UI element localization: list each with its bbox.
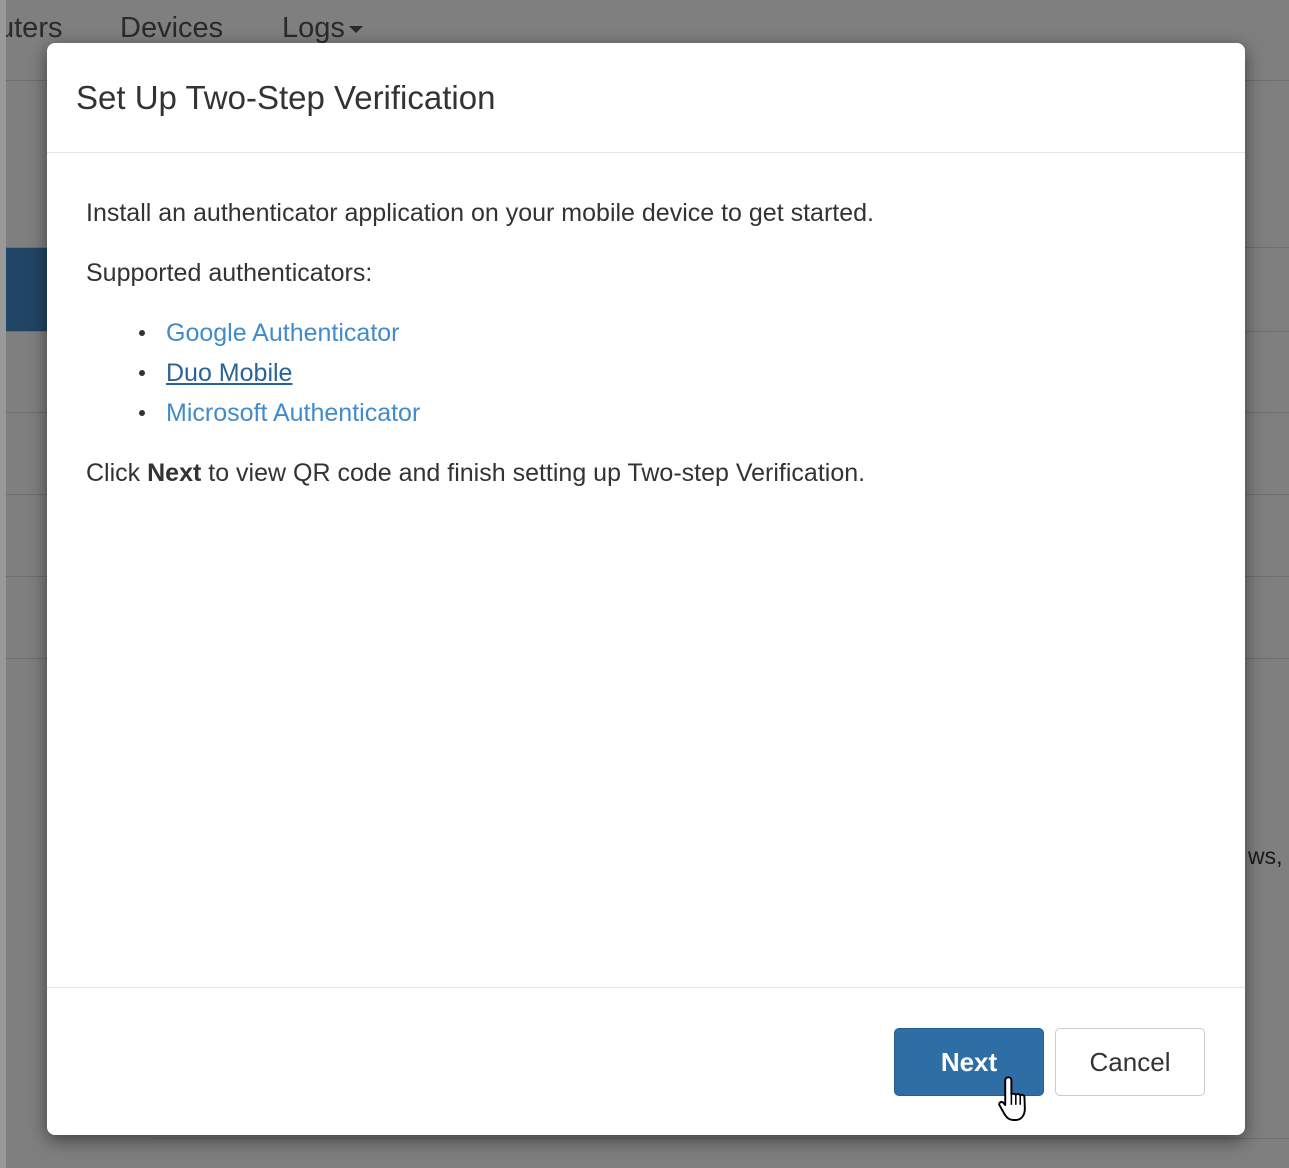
instruction-suffix: to view QR code and finish setting up Tw… [201, 459, 866, 487]
instruction-text: Click Next to view QR code and finish se… [86, 453, 865, 493]
window-edge [0, 0, 6, 1168]
duo-mobile-link[interactable]: Duo Mobile [166, 359, 292, 387]
instruction-next-emphasis: Next [147, 459, 202, 487]
microsoft-authenticator-link[interactable]: Microsoft Authenticator [166, 399, 420, 427]
modal-footer: Next Cancel [47, 987, 1245, 1135]
two-step-verification-modal: Set Up Two-Step Verification Install an … [47, 43, 1245, 1135]
google-authenticator-link[interactable]: Google Authenticator [166, 319, 400, 347]
authenticator-list: Google Authenticator Duo Mobile Microsof… [138, 313, 420, 433]
list-item: Microsoft Authenticator [138, 393, 420, 433]
list-item: Duo Mobile [138, 353, 420, 393]
modal-title: Set Up Two-Step Verification [76, 79, 496, 116]
hand-pointer-cursor-icon [998, 1076, 1026, 1121]
cancel-button[interactable]: Cancel [1055, 1028, 1205, 1096]
supported-authenticators-label: Supported authenticators: [86, 259, 373, 287]
list-item: Google Authenticator [138, 313, 420, 353]
instruction-prefix: Click [86, 459, 148, 487]
modal-header: Set Up Two-Step Verification [47, 43, 1245, 153]
intro-text: Install an authenticator application on … [86, 199, 874, 227]
